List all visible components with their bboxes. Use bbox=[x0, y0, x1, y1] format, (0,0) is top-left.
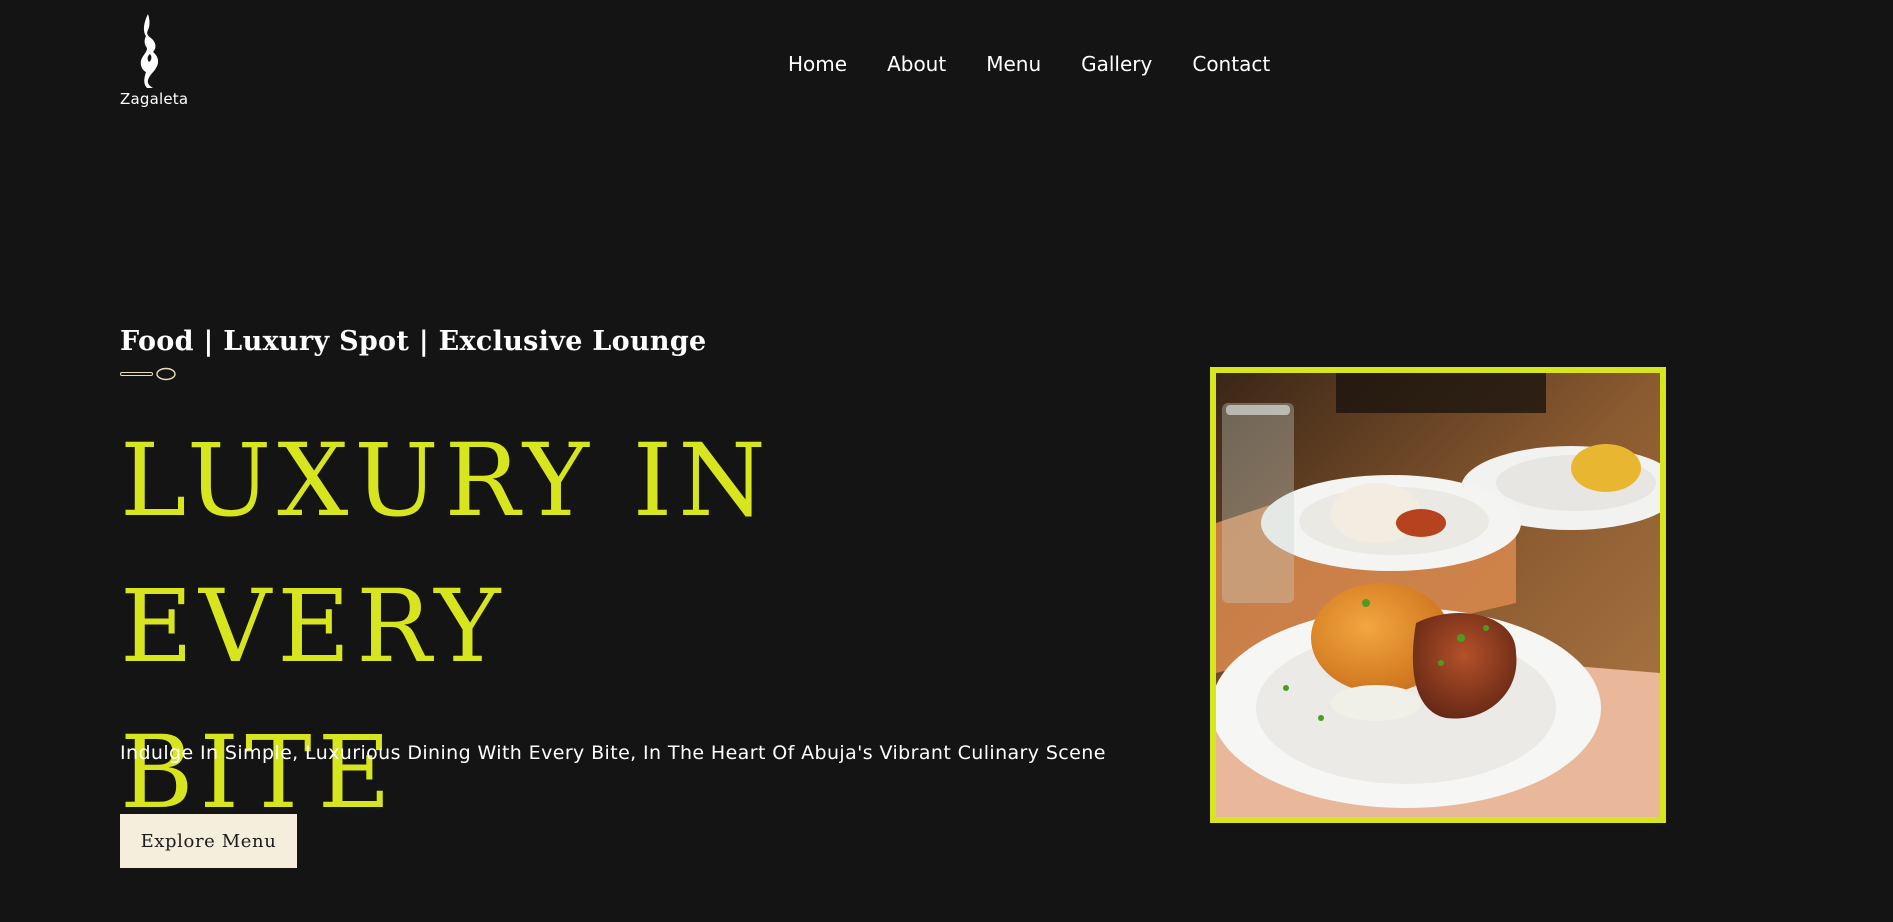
brand-logo[interactable]: Zagaleta bbox=[120, 12, 188, 110]
explore-menu-button[interactable]: Explore Menu bbox=[120, 814, 297, 868]
main-nav: Home About Menu Gallery Contact bbox=[788, 50, 1270, 78]
nav-home[interactable]: Home bbox=[788, 50, 847, 78]
hero-food-image bbox=[1210, 367, 1666, 823]
brand-name: Zagaleta bbox=[120, 90, 189, 108]
nav-contact[interactable]: Contact bbox=[1192, 50, 1270, 78]
nav-gallery[interactable]: Gallery bbox=[1081, 50, 1152, 78]
headline-line-1: LUXURY IN EVERY bbox=[120, 422, 772, 685]
hero-headline: LUXURY IN EVERY BITE bbox=[120, 408, 1180, 846]
nav-about[interactable]: About bbox=[887, 50, 946, 78]
hero-subtext: Indulge In Simple, Luxurious Dining With… bbox=[120, 742, 1106, 764]
spoon-icon bbox=[120, 366, 178, 385]
hero-tagline: Food | Luxury Spot | Exclusive Lounge bbox=[120, 326, 707, 357]
gazelle-logo-icon bbox=[140, 14, 159, 88]
nav-menu[interactable]: Menu bbox=[986, 50, 1041, 78]
